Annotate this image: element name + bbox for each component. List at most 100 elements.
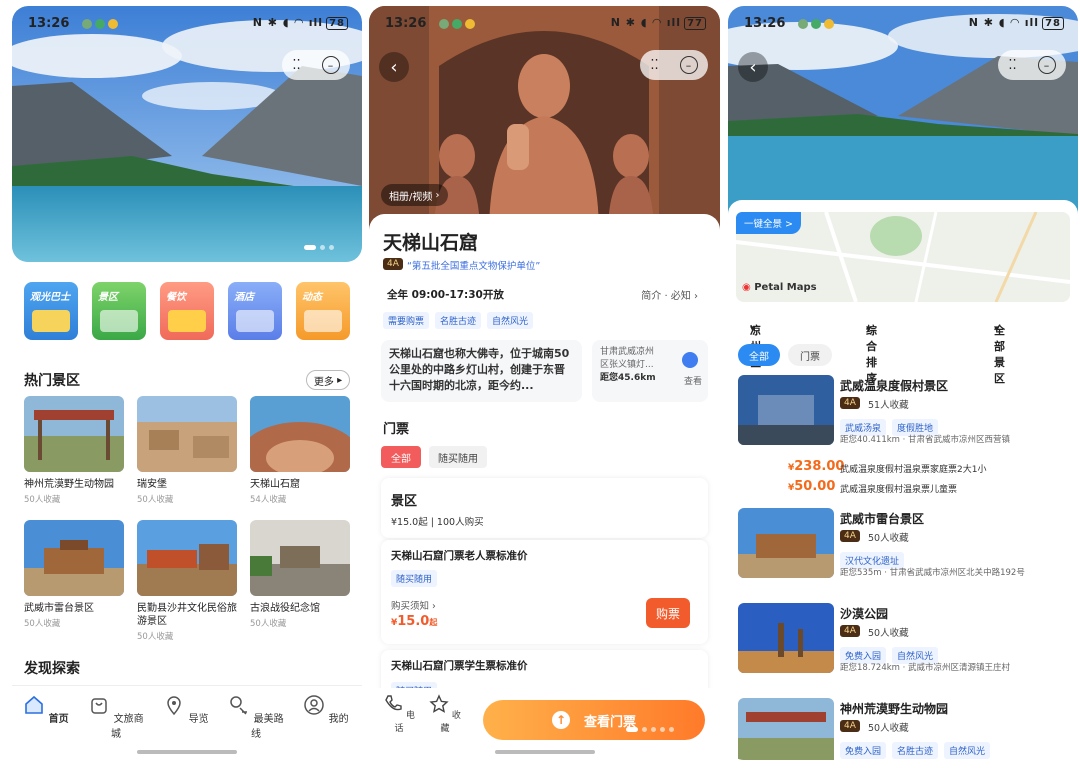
photo-pager: [626, 727, 674, 732]
chip-all[interactable]: 全部: [738, 344, 780, 366]
home-screen: 13:26 N ✱ ◖ ◠ ıll 78 ⁚⁚ – 观光巴士 景区 餐饮 酒店 动…: [12, 6, 362, 760]
buy-ticket-button[interactable]: 购票: [646, 598, 690, 628]
miniapp-capsule[interactable]: ⁚⁚ –: [640, 50, 708, 80]
spot-fav-count: 50人收藏: [24, 495, 61, 505]
spot-image: [24, 396, 124, 472]
view-tickets-button[interactable]: ↑ 查看门票: [483, 700, 705, 740]
description-card[interactable]: 天梯山石窟也称大佛寺，位于城南50公里处的中路乡灯山村，创建于东晋十六国时期的北…: [381, 340, 582, 402]
close-miniapp-icon[interactable]: –: [321, 56, 340, 74]
more-dots-icon[interactable]: ⁚⁚: [650, 58, 658, 73]
list-item[interactable]: 武威市雷台景区 4A 50人收藏 汉代文化遗址 距您535m · 甘肃省武威市凉…: [738, 508, 1068, 584]
discover-title: 发现探索: [24, 661, 80, 677]
user-icon: [304, 695, 325, 715]
shopping-bag-icon: [91, 698, 108, 714]
battery-icon: 78: [326, 17, 348, 30]
spot-image: [250, 520, 350, 596]
spot-image: [24, 520, 124, 596]
spot-card[interactable]: 瑞安堡 50人收藏: [137, 396, 237, 505]
category-hotel[interactable]: 酒店: [228, 282, 282, 340]
spot-image: [250, 396, 350, 472]
opening-hours: 全年 09:00-17:30开放: [387, 289, 504, 301]
price-child: 50.00: [794, 479, 836, 494]
feature-tags: 需要购票 名胜古迹 自然风光: [383, 309, 539, 329]
spot-card[interactable]: 神州荒漠野生动物园 50人收藏: [24, 396, 124, 505]
battery-icon: 78: [1042, 17, 1064, 30]
category-bus[interactable]: 观光巴士: [24, 282, 78, 340]
phone-icon: [385, 695, 402, 711]
signal-icons: N ✱ ◖ ◠ ıll 77: [611, 16, 706, 30]
more-dots-icon[interactable]: ⁚⁚: [1008, 58, 1016, 73]
spot-name: 天梯山石窟: [250, 479, 300, 490]
notification-icons: [439, 18, 478, 33]
notice-link[interactable]: 购买须知 ›: [391, 598, 436, 612]
category-row: 观光巴士 景区 餐饮 酒店 动态: [24, 282, 350, 340]
location-card[interactable]: 甘肃武威凉州 区张义镇灯... 距您45.6km 查看: [592, 340, 708, 402]
tab-routes[interactable]: 最美路线: [226, 694, 286, 740]
list-item[interactable]: 武威温泉度假村景区 4A 51人收藏 武威汤泉 度假胜地 距您40.411km ·…: [738, 375, 1068, 495]
category-scenic[interactable]: 景区: [92, 282, 146, 340]
list-item[interactable]: 沙漠公园 4A 50人收藏 免费入园 自然风光 距您18.724km · 武威市凉…: [738, 603, 1068, 679]
tag-scenery: 自然风光: [487, 312, 534, 329]
chip-ticket[interactable]: 门票: [788, 344, 832, 366]
map-pin-icon: ◉: [742, 282, 751, 293]
map-brand: ◉ Petal Maps: [742, 282, 817, 293]
spot-card[interactable]: 天梯山石窟 54人收藏: [250, 396, 350, 505]
spot-fav-count: 50人收藏: [137, 495, 174, 505]
home-indicator: [494, 750, 595, 754]
status-time: 13:26: [28, 16, 70, 31]
detail-screen: 13:26 N ✱ ◖ ◠ ıll 77 ‹ ⁚⁚ – 相册/视频 › 天梯山石窟…: [369, 6, 720, 760]
status-bar: 13:26 N ✱ ◖ ◠ ıll 78: [12, 6, 362, 40]
filter-area-dropdown[interactable]: 凉州区 ▾: [750, 322, 761, 369]
spot-image: [738, 508, 834, 578]
miniapp-capsule[interactable]: ⁚⁚ –: [998, 50, 1066, 80]
spot-name: 民勤县沙井文化民俗旅游景区: [137, 603, 237, 627]
hero-banner[interactable]: [12, 6, 362, 262]
more-dots-icon[interactable]: ⁚⁚: [292, 58, 300, 73]
tab-home[interactable]: 首页: [16, 694, 76, 725]
tag-historic: 名胜古迹: [435, 312, 482, 329]
spot-name: 古浪战役纪念馆: [250, 603, 320, 614]
spot-card[interactable]: 民勤县沙井文化民俗旅游景区 50人收藏: [137, 520, 237, 642]
panorama-button[interactable]: 一键全景 >: [736, 212, 801, 234]
status-time: 13:26: [744, 16, 786, 31]
miniapp-capsule[interactable]: ⁚⁚ –: [282, 50, 350, 80]
spot-card[interactable]: 武威市雷台景区 50人收藏: [24, 520, 124, 642]
signal-icons: N ✱ ◖ ◠ ıll 78: [969, 16, 1064, 30]
album-video-button[interactable]: 相册/视频 ›: [381, 184, 448, 206]
intro-link[interactable]: 简介 · 必知 ›: [641, 287, 698, 302]
close-miniapp-icon[interactable]: –: [1037, 56, 1056, 74]
favorite-button[interactable]: 收藏: [425, 694, 465, 734]
filter-sort-dropdown[interactable]: 综合排序 ▾: [866, 322, 877, 385]
page-title: 天梯山石窟: [383, 232, 479, 254]
level-badge: 4A: [383, 258, 403, 270]
home-indicator: [137, 750, 237, 754]
status-bar: 13:26 N ✱ ◖ ◠ ıll 77: [369, 6, 720, 40]
notification-icons: [82, 18, 121, 33]
category-food[interactable]: 餐饮: [160, 282, 214, 340]
honor-tag: “第五批全国重点文物保护单位”: [407, 261, 541, 272]
scenic-ticket-group[interactable]: 景区 ¥15.0起 | 100人购买: [381, 478, 708, 538]
tab-profile[interactable]: 我的: [296, 694, 356, 725]
close-miniapp-icon[interactable]: –: [679, 56, 698, 74]
list-item[interactable]: 神州荒漠野生动物园 4A 50人收藏 免费入园 名胜古迹 自然风光: [738, 698, 1068, 760]
more-button[interactable]: 更多 ▸: [306, 370, 350, 390]
spot-name: 神州荒漠野生动物园: [24, 479, 114, 490]
route-icon: [230, 696, 248, 715]
signal-icons: N ✱ ◖ ◠ ıll 78: [253, 16, 348, 30]
navigate-icon[interactable]: [682, 352, 698, 368]
back-button[interactable]: ‹: [738, 52, 768, 82]
hot-spots-row-2: 武威市雷台景区 50人收藏 民勤县沙井文化民俗旅游景区 50人收藏 古浪战役纪念…: [24, 520, 350, 642]
tab-mall[interactable]: 文旅商城: [86, 694, 146, 740]
category-news[interactable]: 动态: [296, 282, 350, 340]
chevron-left-icon: ‹: [749, 56, 757, 78]
phone-button[interactable]: 电话: [379, 694, 419, 734]
ticket-item-senior[interactable]: 天梯山石窟门票老人票标准价 随买随用 购买须知 › ¥15.0起: [381, 540, 708, 644]
spot-fav-count: 50人收藏: [24, 619, 61, 629]
ticket-filter-anytime[interactable]: 随买随用: [429, 446, 487, 468]
filter-scenic-dropdown[interactable]: 全部景区 ▾: [994, 322, 1005, 385]
spot-card[interactable]: 古浪战役纪念馆 50人收藏: [250, 520, 350, 642]
hot-spots-title: 热门景区: [24, 373, 80, 389]
ticket-filter-all[interactable]: 全部: [381, 446, 421, 468]
back-button[interactable]: ‹: [379, 52, 409, 82]
tab-guide[interactable]: 导览: [156, 694, 216, 725]
